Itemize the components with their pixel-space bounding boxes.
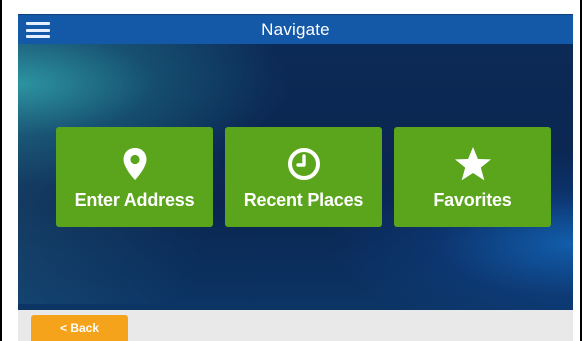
app-frame: Navigate Enter Address Recent Places Fav… (0, 0, 582, 341)
footer-bar: < Back (18, 310, 573, 341)
recent-places-button[interactable]: Recent Places (225, 127, 382, 227)
recent-places-label: Recent Places (243, 189, 364, 210)
header-bar: Navigate (18, 14, 573, 44)
page-title: Navigate (261, 19, 330, 39)
map-pin-icon (122, 144, 148, 184)
main-panel: Enter Address Recent Places Favorites (18, 44, 573, 310)
enter-address-button[interactable]: Enter Address (56, 127, 213, 227)
back-button[interactable]: < Back (31, 315, 128, 341)
hamburger-menu-icon[interactable] (26, 21, 50, 39)
favorites-button[interactable]: Favorites (394, 127, 551, 227)
star-icon (454, 144, 492, 184)
clock-icon (287, 144, 321, 184)
favorites-label: Favorites (433, 189, 512, 210)
enter-address-label: Enter Address (74, 189, 195, 210)
tile-row: Enter Address Recent Places Favorites (56, 127, 551, 227)
